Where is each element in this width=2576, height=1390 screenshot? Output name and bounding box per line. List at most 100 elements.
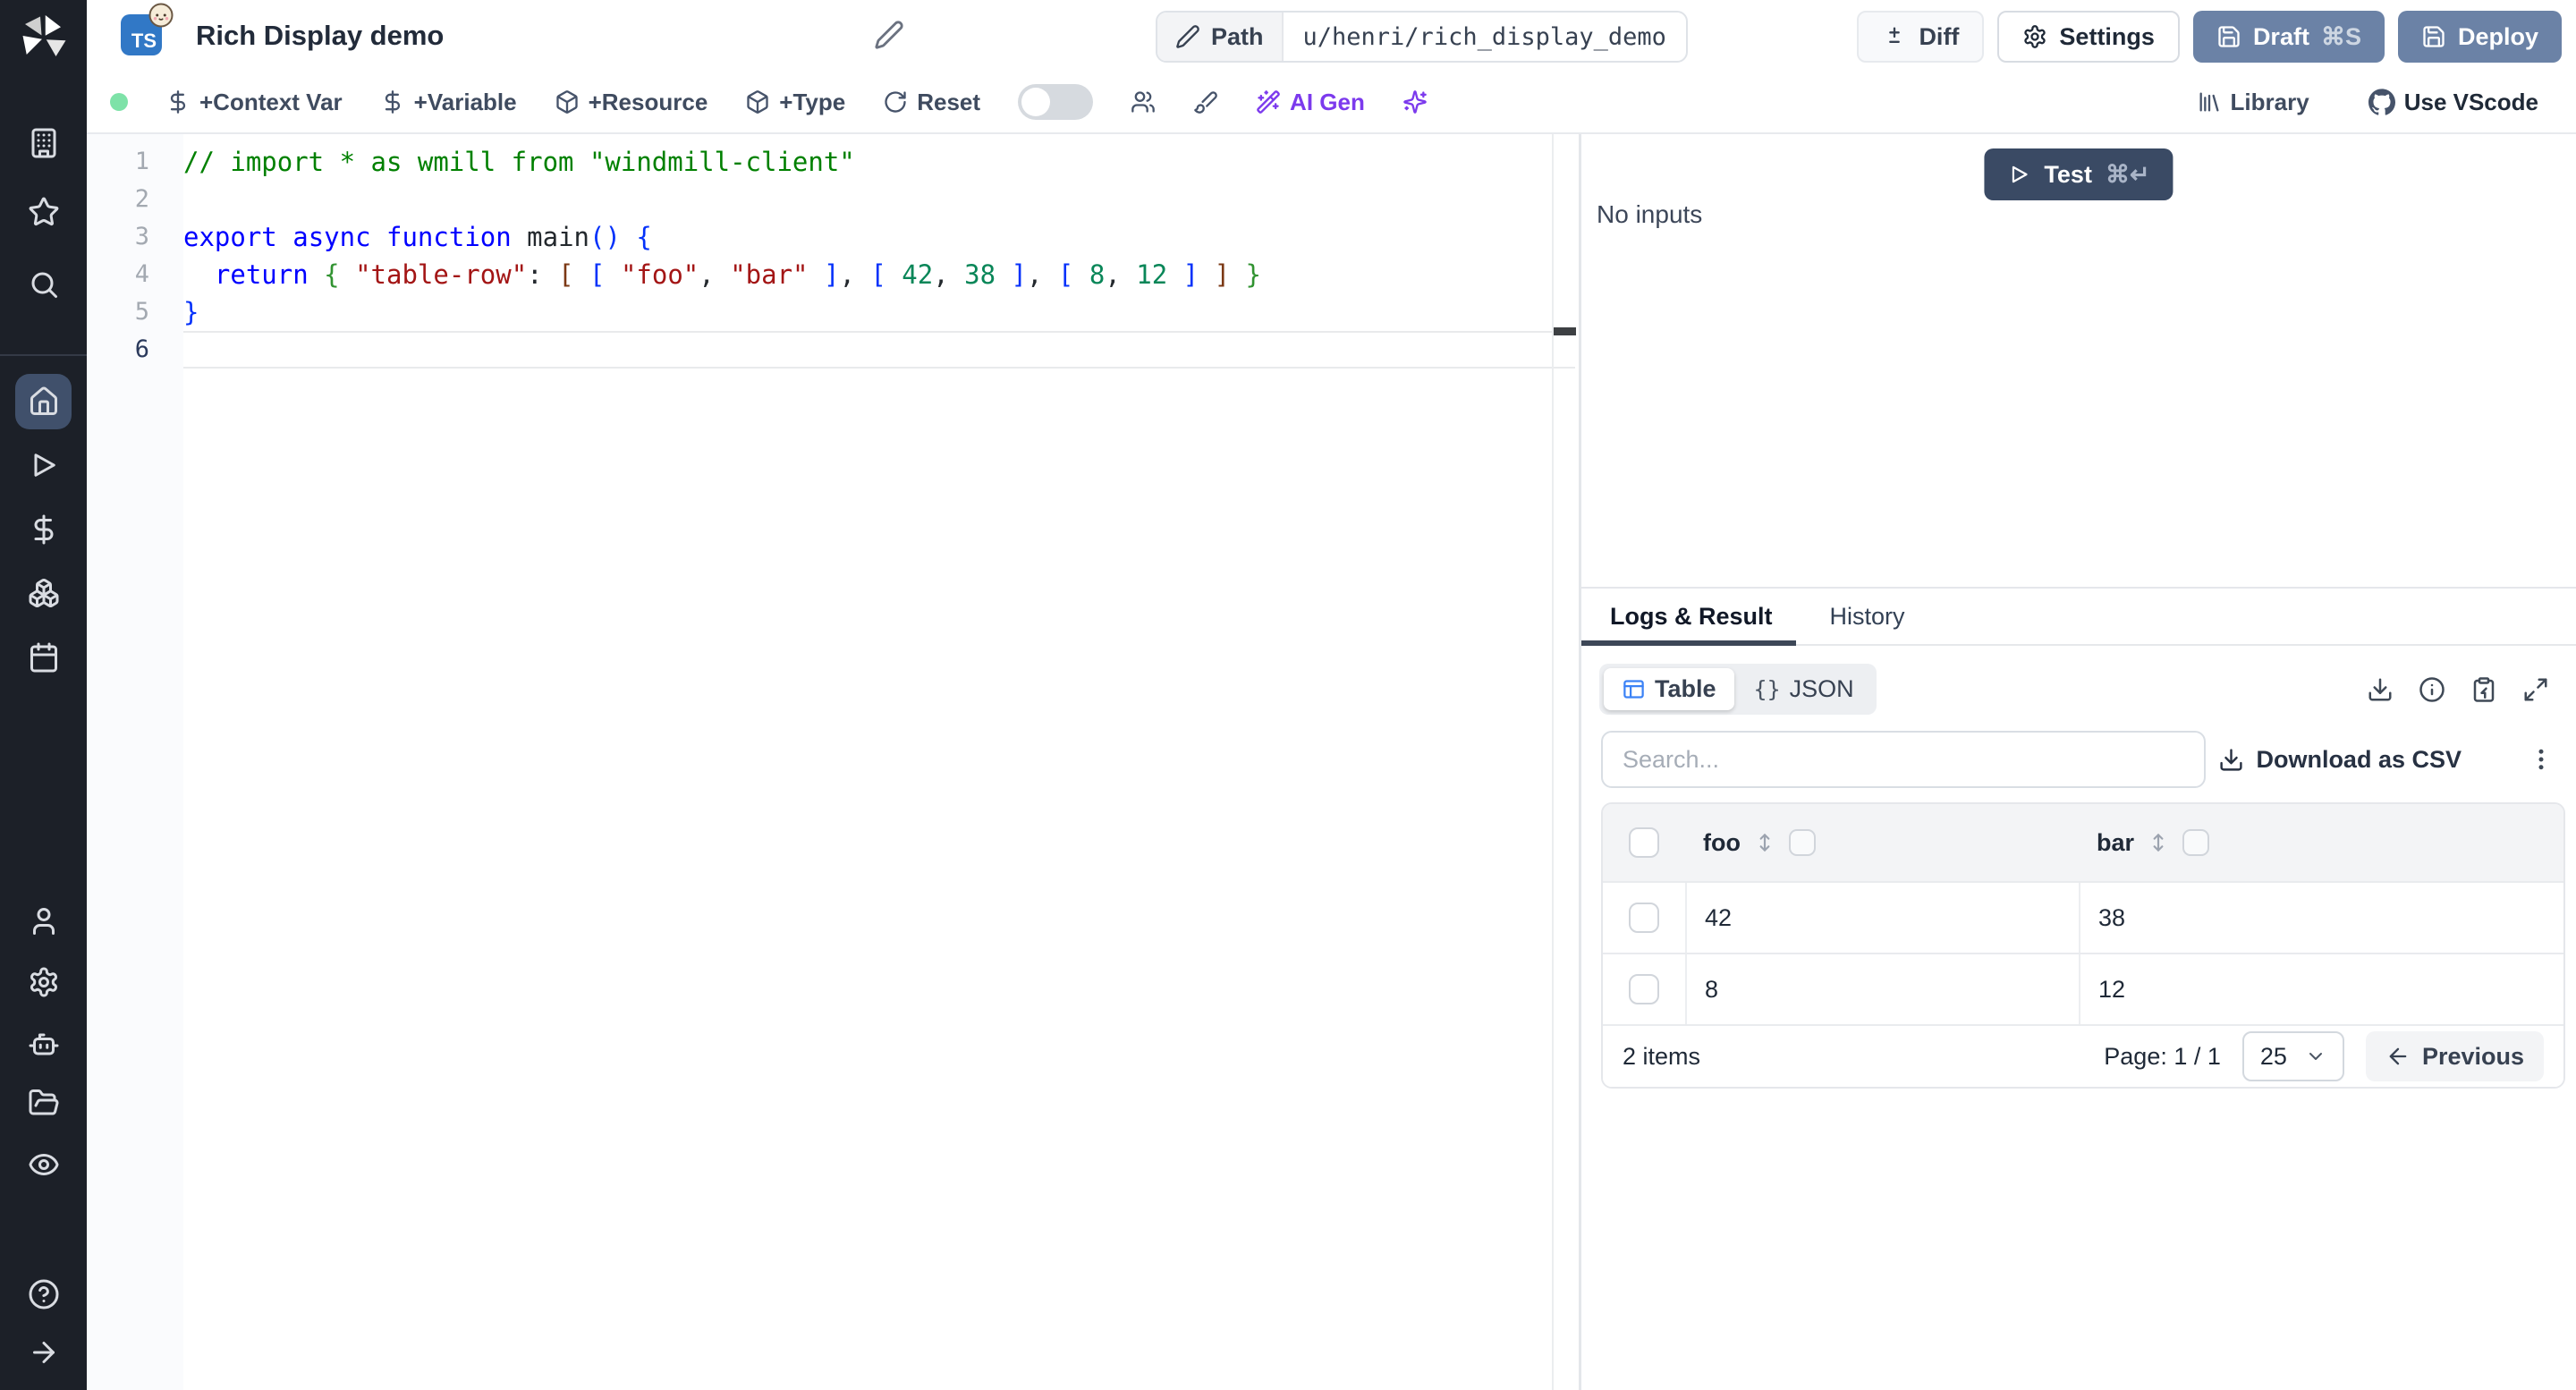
ai-sparkles-button[interactable] xyxy=(1402,89,1428,114)
download-result-icon[interactable] xyxy=(2367,676,2394,703)
ai-gen-button[interactable]: AI Gen xyxy=(1256,89,1365,116)
save-icon xyxy=(2423,26,2445,47)
path-label: Path xyxy=(1211,22,1264,50)
test-shortcut: ⌘↵ xyxy=(2105,160,2150,188)
help-icon[interactable] xyxy=(28,1278,60,1310)
path-value[interactable]: u/henri/rich_display_demo xyxy=(1284,13,1686,61)
users-icon xyxy=(1131,91,1155,113)
variables-dollar-icon[interactable] xyxy=(28,513,60,546)
github-icon xyxy=(2368,89,2395,115)
dollar-icon xyxy=(385,90,400,114)
page-size-select[interactable]: 25 xyxy=(2241,1031,2344,1081)
use-vscode-button[interactable]: Use VScode xyxy=(2368,89,2538,116)
path-field[interactable]: Path u/henri/rich_display_demo xyxy=(1156,11,1688,63)
expand-icon[interactable] xyxy=(2522,676,2549,703)
row-checkbox[interactable] xyxy=(1629,974,1659,1004)
library-button[interactable]: Library xyxy=(2197,89,2309,116)
draft-label: Draft xyxy=(2252,22,2309,50)
table-row[interactable]: 8 12 xyxy=(1603,953,2563,1024)
settings-button[interactable]: Settings xyxy=(1997,11,2180,63)
no-inputs-text: No inputs xyxy=(1597,200,1703,228)
reset-button[interactable]: Reset xyxy=(883,89,980,116)
code-line[interactable]: export async function main() { xyxy=(183,218,1550,256)
collapse-arrow-right-icon[interactable] xyxy=(28,1336,60,1369)
code-line[interactable] xyxy=(183,331,1550,369)
sparkles-icon xyxy=(1403,90,1427,114)
add-resource-button[interactable]: +Resource xyxy=(555,89,708,116)
workspace-building-icon[interactable] xyxy=(28,127,60,159)
column-filter-checkbox[interactable] xyxy=(1788,829,1816,856)
view-table-button[interactable]: Table xyxy=(1604,668,1734,710)
sort-toggle[interactable] xyxy=(1753,831,1776,854)
add-context-var-button[interactable]: +Context Var xyxy=(165,89,343,116)
column-header-bar: bar xyxy=(2079,804,2563,881)
download-csv-button[interactable]: Download as CSV xyxy=(2218,746,2462,774)
add-variable-label: +Variable xyxy=(413,88,517,115)
schedules-calendar-icon[interactable] xyxy=(28,641,60,674)
audit-eye-icon[interactable] xyxy=(28,1148,60,1181)
editor-code[interactable]: // import * as wmill from "windmill-clie… xyxy=(183,143,1550,369)
runs-play-icon[interactable] xyxy=(28,449,60,481)
table-options-kebab-menu[interactable] xyxy=(2528,746,2555,773)
line-number: 5 xyxy=(134,298,149,326)
copy-clipboard-icon[interactable] xyxy=(2470,676,2497,703)
column-filter-checkbox[interactable] xyxy=(2182,829,2210,856)
windmill-logo[interactable] xyxy=(17,11,71,64)
edit-summary-pencil-icon[interactable] xyxy=(874,20,904,50)
search-icon[interactable] xyxy=(28,268,60,301)
workers-bot-icon[interactable] xyxy=(28,1027,60,1059)
multiplayer-users-button[interactable] xyxy=(1131,89,1156,114)
code-line[interactable] xyxy=(183,181,1550,218)
resources-boxes-icon[interactable] xyxy=(28,577,60,609)
add-type-label: +Type xyxy=(779,88,846,115)
library-icon xyxy=(2199,92,2219,112)
table-body: 42 38 8 12 xyxy=(1603,881,2563,1024)
line-number: 4 xyxy=(134,260,149,288)
add-variable-button[interactable]: +Variable xyxy=(380,89,517,116)
line-number: 2 xyxy=(134,185,149,213)
settings-gear-icon xyxy=(2024,25,2046,48)
add-type-button[interactable]: +Type xyxy=(745,89,845,116)
table-cell: 42 xyxy=(1685,883,2079,953)
tab-history[interactable]: History xyxy=(1830,603,1905,631)
user-icon[interactable] xyxy=(28,905,60,937)
diff-mode-toggle[interactable] xyxy=(1018,84,1094,120)
info-icon[interactable] xyxy=(2419,676,2445,703)
dollar-icon xyxy=(170,90,186,114)
table-search-input[interactable] xyxy=(1601,731,2206,788)
brush-icon xyxy=(1194,91,1217,114)
sort-toggle[interactable] xyxy=(2147,831,2170,854)
draft-button[interactable]: Draft ⌘S xyxy=(2192,11,2385,63)
view-json-button[interactable]: {} JSON xyxy=(1736,668,1872,710)
run-inputs-panel: Test ⌘↵ No inputs xyxy=(1581,134,2576,589)
overview-ruler xyxy=(1552,134,1554,1390)
folders-icon[interactable] xyxy=(28,1087,60,1119)
top-header: TS Rich Display demo Path u/henri/rich_d… xyxy=(87,0,2576,72)
table-footer: 2 items Page: 1 / 1 25 Previous xyxy=(1603,1024,2563,1087)
format-brush-button[interactable] xyxy=(1193,89,1218,114)
deploy-button[interactable]: Deploy xyxy=(2397,11,2562,63)
diff-button[interactable]: Diff xyxy=(1857,11,1985,63)
code-line[interactable]: return { "table-row": [ [ "foo", "bar" ]… xyxy=(183,256,1550,293)
tab-logs-result[interactable]: Logs & Result xyxy=(1610,603,1773,631)
select-all-checkbox[interactable] xyxy=(1629,827,1659,858)
previous-page-button[interactable]: Previous xyxy=(2365,1031,2544,1081)
app-window: TS Rich Display demo Path u/henri/rich_d… xyxy=(0,0,2576,1390)
sidebar-item-home-active[interactable] xyxy=(15,374,72,429)
settings-gear-icon[interactable] xyxy=(28,966,60,998)
arrow-left-icon xyxy=(2389,1047,2407,1065)
line-number: 6 xyxy=(134,335,149,363)
code-line[interactable]: } xyxy=(183,293,1550,331)
favorites-star-icon[interactable] xyxy=(28,196,60,228)
column-label: bar xyxy=(2097,828,2135,856)
row-checkbox[interactable] xyxy=(1629,903,1659,933)
library-label: Library xyxy=(2230,88,2309,115)
table-row[interactable]: 42 38 xyxy=(1603,881,2563,953)
code-line[interactable]: // import * as wmill from "windmill-clie… xyxy=(183,143,1550,181)
deploy-label: Deploy xyxy=(2457,22,2538,50)
code-editor[interactable]: 1 2 3 4 5 6 // import * as wmill from "windmi… xyxy=(87,134,1579,1390)
test-button[interactable]: Test ⌘↵ xyxy=(1984,148,2174,200)
table-cell: 8 xyxy=(1685,954,2079,1024)
view-table-label: Table xyxy=(1655,675,1716,702)
wand-sparkles-icon xyxy=(1257,90,1280,114)
